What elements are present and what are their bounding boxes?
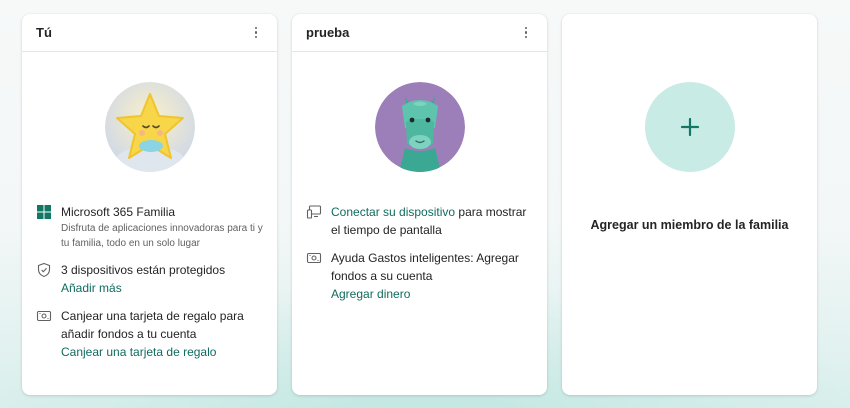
smart-spending-item: Ayuda Gastos inteligentes: Agregar fondo… [306,249,537,303]
member-card-you: Tú Microsoft 365 Familia Disfruta de apl… [22,14,277,395]
shield-icon [37,262,51,278]
redeem-gift-card-item: Canjear una tarjeta de regalo para añadi… [36,307,267,361]
connect-device-link[interactable]: Conectar su dispositivo [331,205,455,219]
add-member-label[interactable]: Agregar un miembro de la familia [591,218,789,232]
more-options-icon[interactable] [247,22,265,44]
llama-avatar[interactable] [374,82,465,172]
connect-device-item: Conectar su dispositivo para mostrar el … [306,203,537,239]
add-money-link[interactable]: Agregar dinero [331,285,537,303]
microsoft-365-subtitle: Disfruta de aplicaciones innovadoras par… [61,223,263,249]
plus-icon [680,117,699,137]
star-avatar[interactable] [104,82,195,172]
money-icon [306,252,322,264]
member-name: prueba [306,25,350,40]
card-header: prueba [292,14,547,52]
add-more-link[interactable]: Añadir más [61,279,225,297]
add-family-member-card[interactable]: Agregar un miembro de la familia [562,14,817,395]
microsoft-365-title: Microsoft 365 Familia [61,205,176,219]
gift-card-icon [36,310,52,322]
more-options-icon[interactable] [517,22,535,44]
member-card-prueba: prueba Conectar su dispositivo para most… [292,14,547,395]
member-name: Tú [36,25,52,40]
devices-icon [306,205,322,219]
microsoft-365-icon [37,205,51,219]
redeem-gift-card-text: Canjear una tarjeta de regalo para añadi… [61,309,244,341]
devices-protected-text: 3 dispositivos están protegidos [61,263,226,277]
smart-spending-text: Ayuda Gastos inteligentes: Agregar fondo… [331,251,519,283]
redeem-gift-card-link[interactable]: Canjear una tarjeta de regalo [61,343,267,361]
add-member-button[interactable] [644,82,735,172]
microsoft-365-item: Microsoft 365 Familia Disfruta de aplica… [36,203,267,251]
devices-protected-item: 3 dispositivos están protegidos Añadir m… [36,261,267,297]
card-header: Tú [22,14,277,52]
